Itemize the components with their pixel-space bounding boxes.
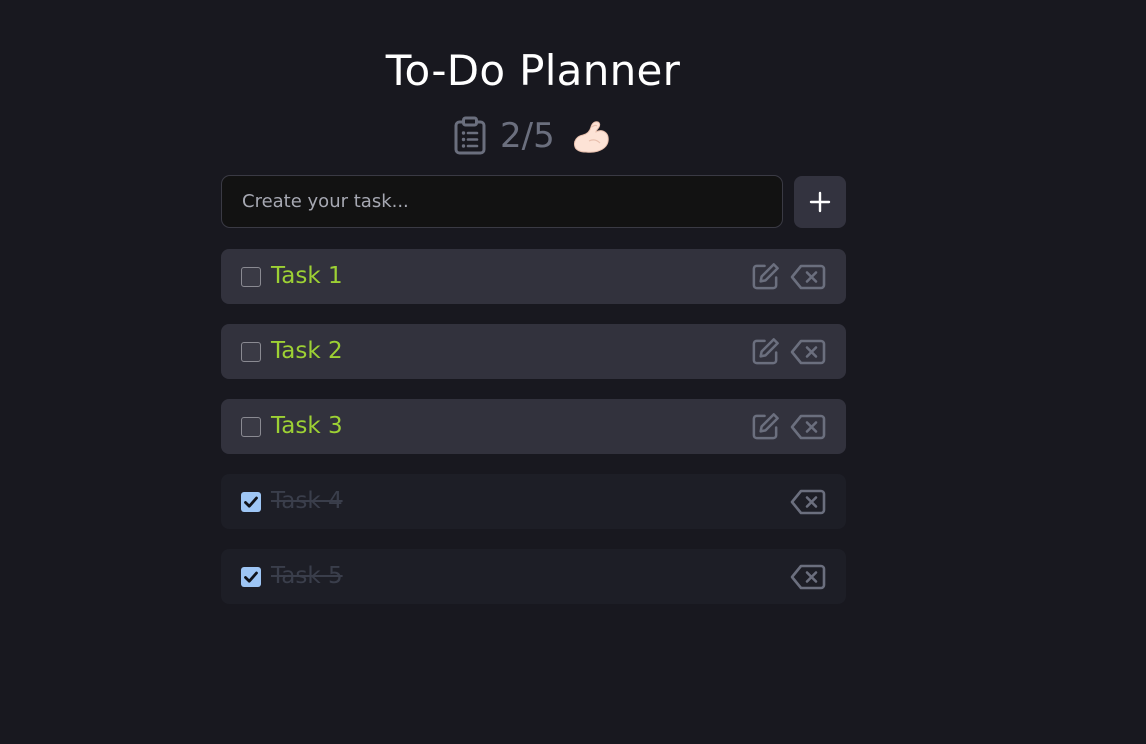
delete-icon[interactable]	[790, 338, 826, 366]
task-counter: 2/5	[452, 114, 611, 158]
task-checkbox[interactable]	[241, 342, 261, 362]
task-checkbox[interactable]	[241, 417, 261, 437]
new-task-input[interactable]	[221, 175, 783, 228]
add-task-button[interactable]	[794, 176, 846, 228]
task-item-completed: Task 4	[221, 474, 846, 529]
delete-icon[interactable]	[790, 488, 826, 516]
task-label: Task 3	[271, 413, 343, 439]
edit-icon[interactable]	[750, 261, 781, 292]
task-item: Task 1	[221, 249, 846, 304]
edit-icon[interactable]	[750, 336, 781, 367]
flexed-biceps-emoji	[573, 121, 609, 153]
delete-icon[interactable]	[790, 563, 826, 591]
task-label: Task 1	[271, 263, 343, 289]
delete-icon[interactable]	[790, 263, 826, 291]
task-item-completed: Task 5	[221, 549, 846, 604]
task-label: Task 4	[271, 488, 343, 514]
task-label: Task 5	[271, 563, 343, 589]
task-checkbox-checked[interactable]	[241, 567, 261, 587]
task-label: Task 2	[271, 338, 343, 364]
task-checkbox[interactable]	[241, 267, 261, 287]
delete-icon[interactable]	[790, 413, 826, 441]
checkmark-icon	[244, 571, 258, 583]
plus-icon	[809, 191, 831, 213]
edit-icon[interactable]	[750, 411, 781, 442]
task-item: Task 2	[221, 324, 846, 379]
clipboard-list-icon	[454, 116, 486, 155]
page-title: To-Do Planner	[385, 46, 681, 95]
checkmark-icon	[244, 496, 258, 508]
task-count: 2/5	[500, 116, 555, 156]
task-checkbox-checked[interactable]	[241, 492, 261, 512]
task-item: Task 3	[221, 399, 846, 454]
